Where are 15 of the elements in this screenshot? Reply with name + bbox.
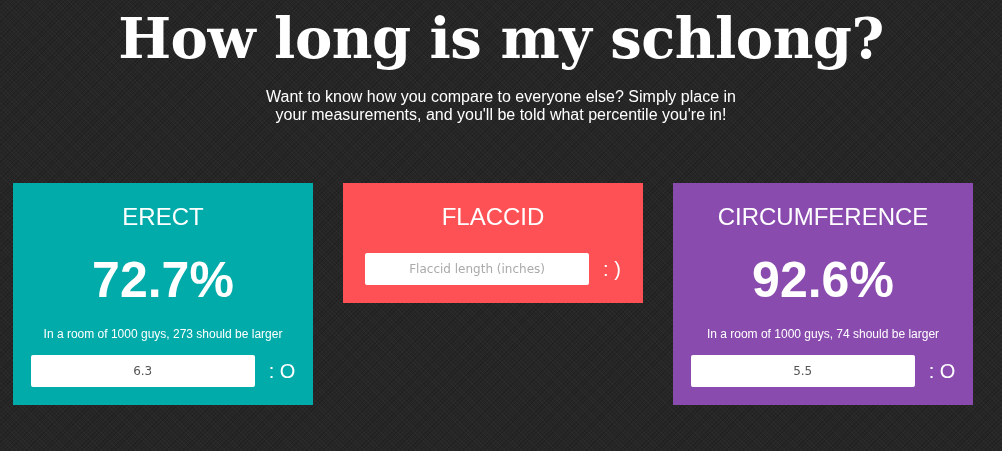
result-text: In a room of 1000 guys, 273 should be larger (43, 327, 283, 341)
measurement-input[interactable]: 5.5 (690, 355, 915, 387)
card-title: FLACCID (441, 203, 545, 231)
card-title: ERECT (122, 203, 204, 231)
measurement-input[interactable]: 6.3 (30, 355, 255, 387)
emoticon: : ) (603, 257, 621, 281)
measurement-input[interactable]: Flaccid length (inches) (365, 253, 590, 285)
intro-text: Want to know how you compare to everyone else? Simply place in your measurements, and you'll be told what percentile you're in! (265, 88, 737, 124)
emoticon: : O (928, 359, 956, 383)
emoticon: : O (268, 359, 296, 383)
result-text: In a room of 1000 guys, 74 should be larger (706, 327, 940, 341)
page-title: How long is my schlong? (117, 4, 885, 73)
percentile-value: 72.7% (92, 251, 234, 309)
card-title: CIRCUMFERENCE (717, 203, 929, 231)
percentile-value: 92.6% (752, 251, 894, 309)
